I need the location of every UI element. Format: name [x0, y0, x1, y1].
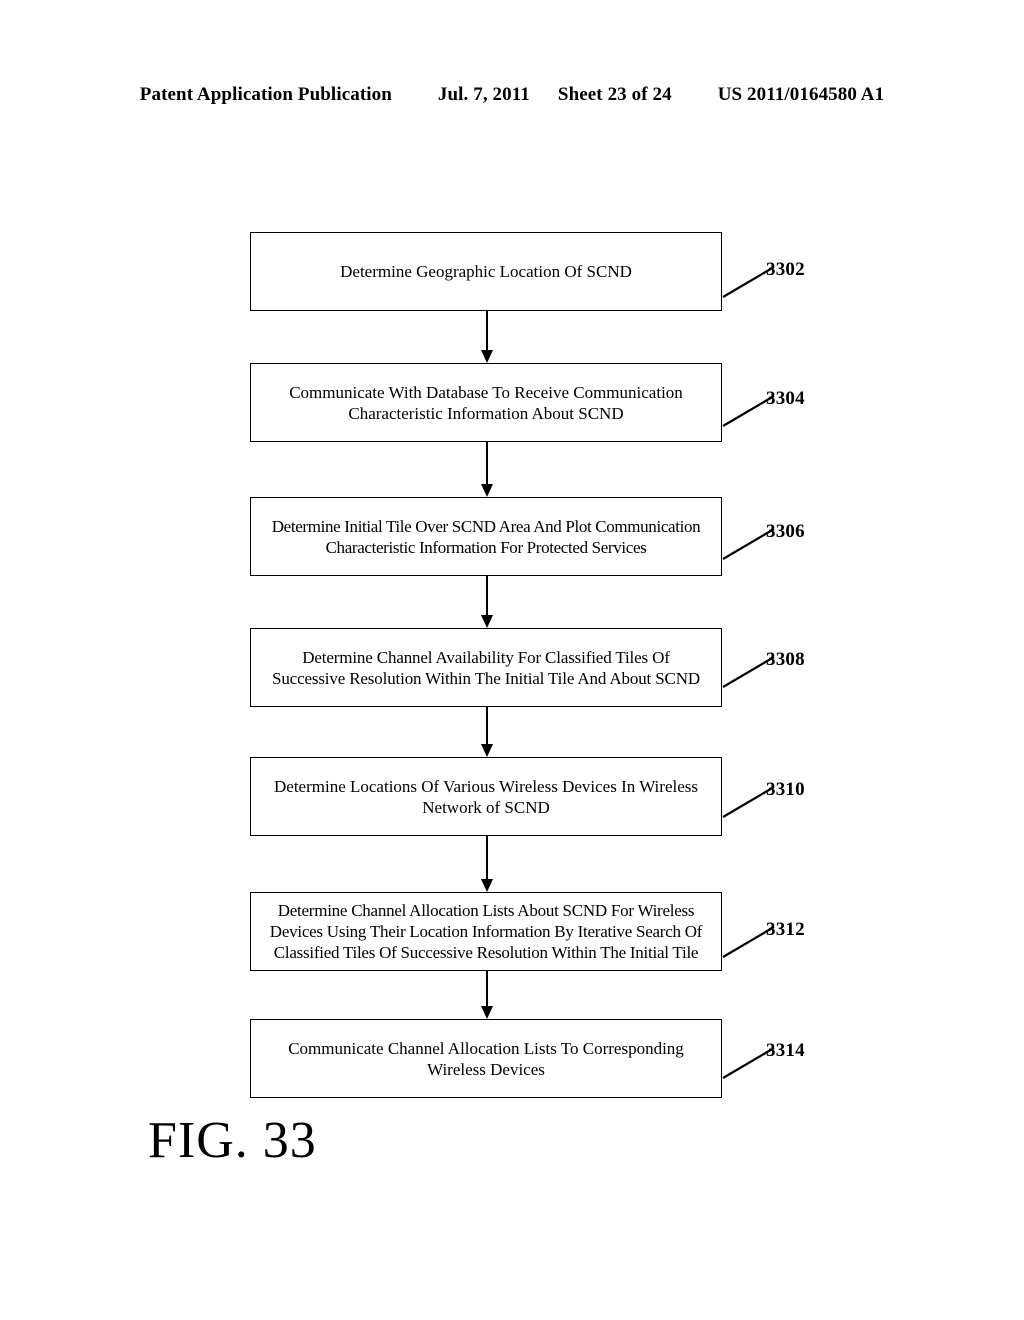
reference-callout-3312: 3312 [722, 919, 922, 975]
flow-connector-3302-3304 [481, 311, 494, 363]
arrowhead-icon [481, 615, 493, 628]
flow-node-3306: Determine Initial Tile Over SCND Area An… [250, 497, 722, 576]
reference-numeral: 3308 [766, 649, 805, 670]
connector-stem [486, 971, 489, 1006]
arrowhead-icon [481, 484, 493, 497]
connector-stem [486, 836, 489, 879]
flow-connector-3312-3314 [481, 971, 494, 1019]
reference-numeral: 3312 [766, 919, 805, 940]
arrowhead-icon [481, 879, 493, 892]
flow-node-3312: Determine Channel Allocation Lists About… [250, 892, 722, 971]
reference-callout-3306: 3306 [722, 521, 922, 577]
connector-stem [486, 576, 489, 615]
connector-stem [486, 311, 489, 350]
flow-node-3308: Determine Channel Availability For Class… [250, 628, 722, 707]
reference-numeral: 3306 [766, 521, 805, 542]
connector-stem [486, 442, 489, 484]
reference-callout-3304: 3304 [722, 388, 922, 444]
reference-callout-3302: 3302 [722, 259, 922, 315]
flow-node-label: Determine Geographic Location Of SCND [340, 262, 632, 281]
reference-numeral: 3302 [766, 259, 805, 280]
reference-callout-3310: 3310 [722, 779, 922, 835]
flow-node-3302: Determine Geographic Location Of SCND [250, 232, 722, 311]
flow-node-label: Communicate Channel Allocation Lists To … [288, 1038, 684, 1079]
reference-numeral: 3314 [766, 1040, 805, 1061]
flow-node-3314: Communicate Channel Allocation Lists To … [250, 1019, 722, 1098]
flow-node-label: Determine Channel Availability For Class… [272, 647, 700, 688]
flow-node-label: Determine Locations Of Various Wireless … [274, 776, 698, 817]
flow-node-label: Determine Channel Allocation Lists About… [269, 901, 703, 962]
flow-connector-3304-3306 [481, 442, 494, 497]
flow-node-3310: Determine Locations Of Various Wireless … [250, 757, 722, 836]
arrowhead-icon [481, 1006, 493, 1019]
reference-callout-3314: 3314 [722, 1040, 922, 1096]
flow-connector-3310-3312 [481, 836, 494, 892]
figure-caption: FIG. 33 [148, 1112, 317, 1169]
flow-connector-3308-3310 [481, 707, 494, 757]
flow-node-3304: Communicate With Database To Receive Com… [250, 363, 722, 442]
reference-callout-3308: 3308 [722, 649, 922, 705]
flow-node-label: Determine Initial Tile Over SCND Area An… [271, 516, 701, 557]
connector-stem [486, 707, 489, 744]
arrowhead-icon [481, 350, 493, 363]
reference-numeral: 3304 [766, 388, 805, 409]
arrowhead-icon [481, 744, 493, 757]
flow-connector-3306-3308 [481, 576, 494, 628]
reference-numeral: 3310 [766, 779, 805, 800]
flow-node-label: Communicate With Database To Receive Com… [289, 382, 683, 423]
